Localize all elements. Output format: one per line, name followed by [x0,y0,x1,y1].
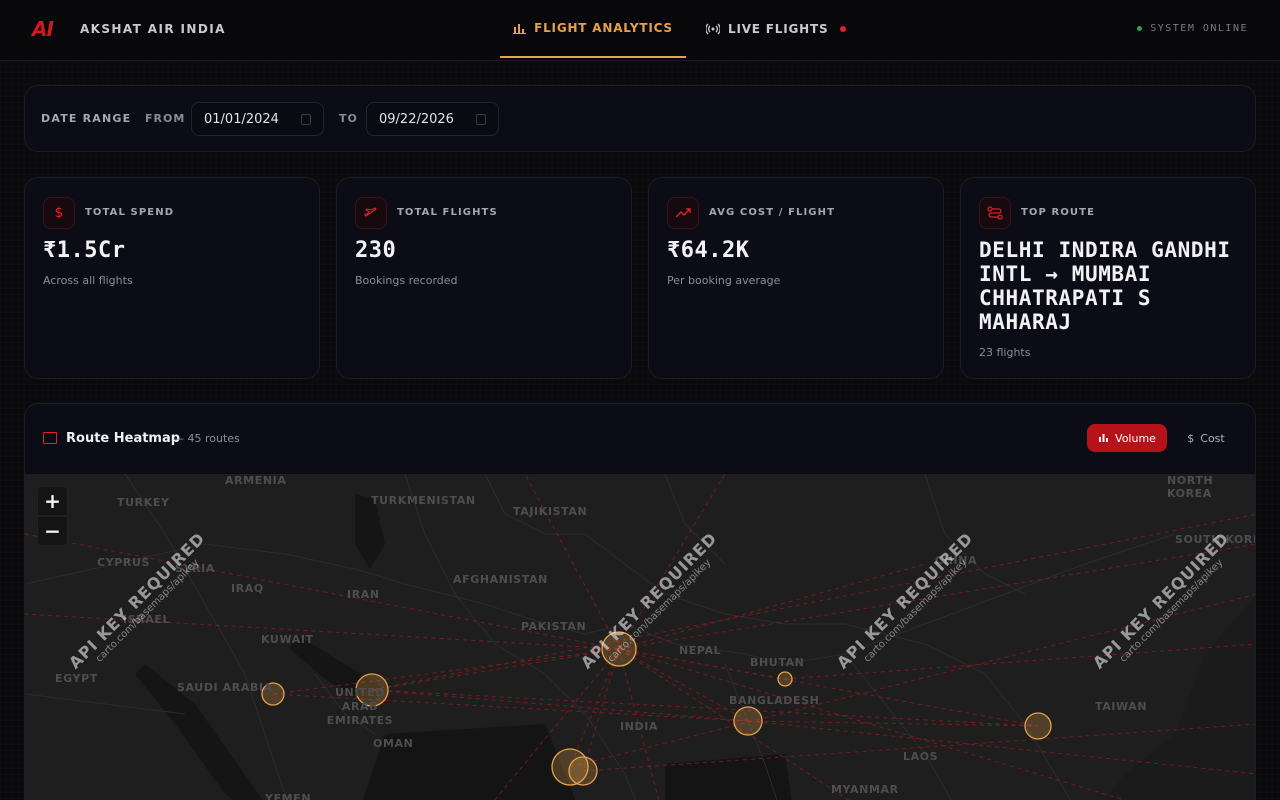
broadcast-icon [706,23,720,35]
brand-name: AKSHAT AIR INDIA [80,22,226,36]
from-label: FROM [145,112,186,125]
top-bar: AI AKSHAT AIR INDIA FLIGHT ANALYTICS LIV… [0,0,1280,61]
calendar-icon[interactable] [476,113,486,125]
stat-value: 230 [355,238,397,263]
dollar-icon: $ [43,197,75,229]
from-date-value: 01/01/2024 [204,111,279,127]
bar-chart-icon [513,24,527,34]
country-label: UNITED ARAB EMIRATES [326,686,394,727]
country-label: NORTH KOREA [1167,474,1214,500]
volume-toggle-button[interactable]: Volume [1087,424,1167,452]
plane-icon [355,197,387,229]
country-label: LAOS [903,750,939,763]
map-icon [43,432,57,444]
country-label: MYANMAR [831,783,899,796]
tab-flight-analytics[interactable]: FLIGHT ANALYTICS [500,0,686,58]
from-date-input[interactable]: 01/01/2024 [191,102,324,136]
tab-flight-analytics-label: FLIGHT ANALYTICS [534,21,673,35]
country-label: YEMEN [265,792,312,800]
route-map[interactable]: TURKEY ARMENIA TURKMENISTAN TAJIKISTAN C… [25,474,1255,800]
zoom-in-button[interactable]: + [37,486,68,516]
country-label: CYPRUS [97,556,151,569]
zoom-out-button[interactable]: − [37,516,68,546]
date-range-title: DATE RANGE [41,112,132,125]
stat-label: AVG COST / FLIGHT [709,207,835,218]
country-label: IRAQ [231,582,264,595]
route-count: — 45 routes [173,432,240,445]
volume-toggle-label: Volume [1115,431,1156,445]
stat-subtext: Per booking average [667,274,781,287]
stat-subtext: Bookings recorded [355,274,458,287]
country-label: IRAN [347,588,380,601]
cost-toggle-label: Cost [1200,431,1225,445]
country-label: PAKISTAN [521,620,587,633]
heatmap-title: Route Heatmap [66,431,181,446]
heatmap-header: Route Heatmap — 45 routes Volume $ Cost [25,404,1255,474]
system-status: SYSTEM ONLINE [1137,23,1248,34]
cost-toggle-button[interactable]: $ Cost [1175,424,1237,452]
country-label: BANGLADESH [729,694,820,707]
country-label: TAIWAN [1095,700,1148,713]
route-icon [979,197,1011,229]
country-label: ARMENIA [225,474,287,487]
stat-card-total-spend: $ TOTAL SPEND ₹1.5Cr Across all flights [24,177,320,379]
stat-card-top-route: TOP ROUTE DELHI INDIRA GANDHI INTL → MUM… [960,177,1256,379]
stat-value: ₹1.5Cr [43,238,126,263]
stat-label: TOTAL FLIGHTS [397,207,498,218]
country-label: BHUTAN [750,656,805,669]
stat-subtext: 23 flights [979,346,1031,359]
country-label: NEPAL [679,644,722,657]
country-label: TURKMENISTAN [371,494,476,507]
stat-label: TOTAL SPEND [85,207,175,218]
bar-chart-icon [1099,434,1109,442]
stat-subtext: Across all flights [43,274,133,287]
country-label: OMAN [373,737,414,750]
to-date-input[interactable]: 09/22/2026 [366,102,499,136]
system-status-label: SYSTEM ONLINE [1150,23,1248,34]
calendar-icon[interactable] [301,113,311,125]
country-label: TURKEY [117,496,170,509]
status-dot [1137,26,1143,31]
to-date-value: 09/22/2026 [379,111,454,127]
country-label: SAUDI ARABIA [177,681,273,694]
route-heatmap-panel: Route Heatmap — 45 routes Volume $ Cost [24,403,1256,800]
to-label: TO [339,112,358,125]
tab-live-flights[interactable]: LIVE FLIGHTS [706,0,847,58]
country-label: TAJIKISTAN [513,505,588,518]
country-label: INDIA [620,720,659,733]
stat-label: TOP ROUTE [1021,207,1096,218]
country-label: AFGHANISTAN [453,573,548,586]
live-indicator-dot [840,26,847,32]
brand-logo[interactable]: AI [32,17,54,41]
stat-value: ₹64.2K [667,238,750,263]
date-range-panel: DATE RANGE FROM 01/01/2024 TO 09/22/2026 [24,85,1256,152]
stat-value: DELHI INDIRA GANDHI INTL → MUMBAI CHHATR… [979,238,1231,334]
dollar-icon: $ [1187,431,1195,445]
tab-live-flights-label: LIVE FLIGHTS [728,22,829,36]
stat-card-total-flights: TOTAL FLIGHTS 230 Bookings recorded [336,177,632,379]
stat-card-avg-cost: AVG COST / FLIGHT ₹64.2K Per booking ave… [648,177,944,379]
country-label: KUWAIT [261,633,314,646]
trend-up-icon [667,197,699,229]
